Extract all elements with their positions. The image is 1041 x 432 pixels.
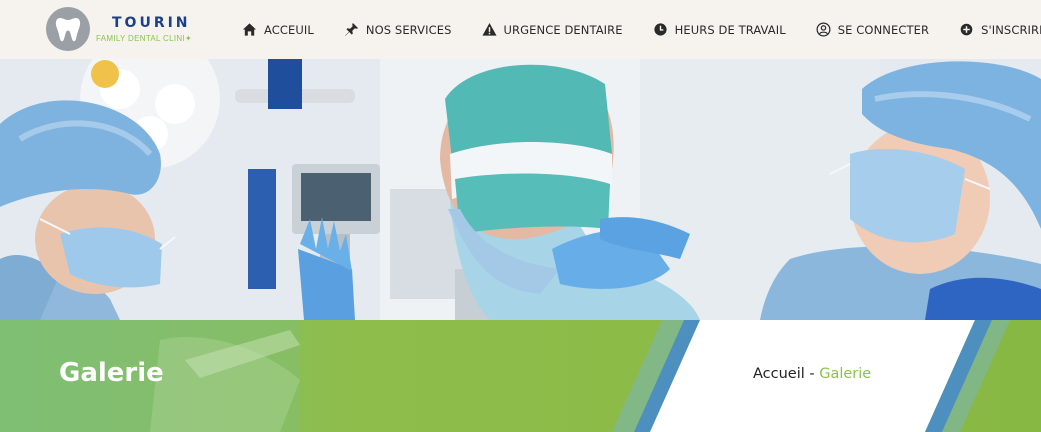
nav-item-services[interactable]: NOS SERVICES [344,22,452,37]
site-logo[interactable]: TOURIN FAMILY DENTAL CLINI✦ [46,7,192,51]
site-header: TOURIN FAMILY DENTAL CLINI✦ ACCEUIL NOS … [0,0,1041,59]
warning-icon [481,22,497,37]
plus-circle-icon [959,22,974,37]
pin-icon [344,22,359,37]
nav-item-inscrire[interactable]: S'INSCRIRE [959,22,1041,37]
nav-label: URGENCE DENTAIRE [503,22,623,37]
page-title: Galerie [59,358,164,388]
nav-label: HEURS DE TRAVAIL [674,22,786,37]
breadcrumb-home-link[interactable]: Accueil [753,366,805,382]
surgeons-illustration [0,59,1041,320]
logo-tagline: FAMILY DENTAL CLINI✦ [96,33,192,43]
nav-label: NOS SERVICES [365,22,452,37]
home-icon [242,22,257,37]
nav-label: ACCEUIL [264,22,314,37]
user-circle-icon [816,22,831,37]
hero-surgery-photo [0,59,1041,320]
nav-item-heures[interactable]: HEURS DE TRAVAIL [653,22,786,37]
breadcrumb-separator: - [804,366,820,382]
logo-name: TOURIN [112,14,191,31]
breadcrumb: Accueil - Galerie [753,366,871,382]
tooth-icon [46,7,90,51]
nav-label: S'INSCRIRE [981,22,1041,37]
nav-item-urgence[interactable]: URGENCE DENTAIRE [481,22,623,37]
page-title-banner: Galerie Accueil - Galerie [0,320,1041,432]
nav-item-accueil[interactable]: ACCEUIL [242,22,314,37]
main-nav: ACCEUIL NOS SERVICES URGENCE DENTAIRE HE… [242,0,1041,59]
nav-item-connecter[interactable]: SE CONNECTER [816,22,929,37]
clock-icon [653,22,668,37]
nav-label: SE CONNECTER [837,22,930,37]
breadcrumb-current: Galerie [819,366,872,382]
